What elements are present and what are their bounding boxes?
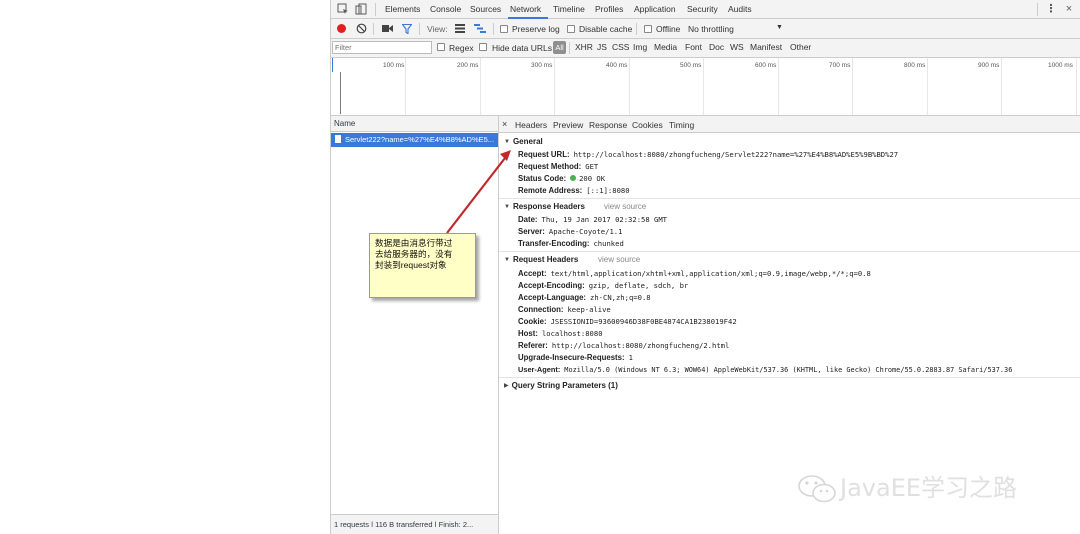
annotation-callout: 数据是由消息行带过 去给服务器的，没有 封装到request对象	[369, 233, 476, 298]
callout-line: 数据是由消息行带过	[375, 238, 453, 248]
wechat-icon	[798, 475, 836, 503]
annotation-arrow	[446, 150, 511, 234]
callout-line: 封装到request对象	[375, 260, 447, 270]
callout-line: 去给服务器的，没有	[375, 249, 453, 259]
watermark-text: JavaEE学习之路	[840, 474, 1018, 502]
watermark: JavaEE学习之路	[796, 468, 1017, 504]
